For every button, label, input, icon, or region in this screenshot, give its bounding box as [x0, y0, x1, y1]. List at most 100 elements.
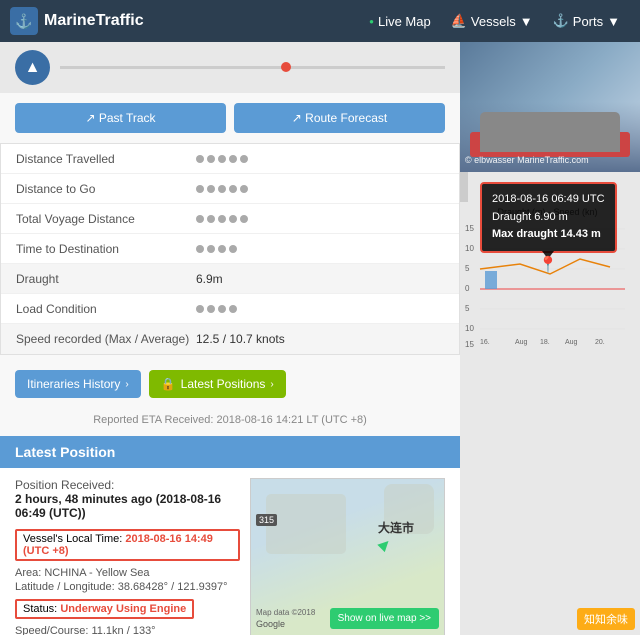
ports-label: Ports	[573, 14, 603, 29]
google-label: Google	[256, 619, 285, 629]
right-panel: © elbwasser MarineTraffic.com ‹ 2018-08-…	[460, 42, 640, 635]
bottom-buttons: Itineraries History › 🔒 Latest Positions…	[0, 360, 460, 408]
ship-photo: © elbwasser MarineTraffic.com	[460, 42, 640, 172]
track-progress-line	[60, 66, 445, 69]
past-track-btn[interactable]: ↗ Past Track	[15, 103, 226, 133]
time-to-dest-value	[196, 245, 237, 253]
area-label: Area:	[15, 567, 41, 579]
vessels-label: Vessels	[471, 14, 516, 29]
svg-text:10: 10	[465, 244, 474, 253]
live-map-label: Live Map	[378, 14, 431, 29]
speed-course: Speed/Course: 11.1kn / 133°	[15, 625, 240, 635]
draught-value: 6.9m	[196, 272, 223, 286]
logo-icon: ⚓	[10, 7, 38, 35]
vessels-chevron: ▼	[520, 14, 533, 29]
lock-icon: 🔒	[161, 377, 176, 391]
status-label: Status:	[23, 603, 57, 615]
mini-map: 大连市 315 ▲ Show on live map >> Google Map…	[250, 478, 445, 635]
latest-position-body: Position Received: 2 hours, 48 minutes a…	[0, 468, 460, 635]
latest-position-title: Latest Position	[15, 444, 115, 460]
track-bar: ▲	[0, 42, 460, 93]
tooltip-pin-icon: 📍	[538, 253, 558, 279]
status-box: Status: Underway Using Engine	[15, 599, 194, 619]
draught-label: Draught	[16, 272, 196, 286]
latest-positions-btn[interactable]: 🔒 Latest Positions ›	[149, 370, 286, 398]
distance-to-go-value	[196, 185, 248, 193]
logo-text: MarineTraffic	[44, 12, 144, 30]
latest-positions-label: Latest Positions	[181, 377, 266, 391]
distance-to-go-label: Distance to Go	[16, 182, 196, 196]
top-navigation: ⚓ MarineTraffic ● Live Map ⛵ Vessels ▼ ⚓…	[0, 0, 640, 42]
route-forecast-btn[interactable]: ↗ Route Forecast	[234, 103, 445, 133]
total-voyage-value	[196, 215, 248, 223]
distance-travelled-row: Distance Travelled	[1, 144, 459, 174]
svg-text:15: 15	[465, 224, 474, 233]
tooltip-max-draught: Max draught 14.43 m	[492, 228, 601, 240]
status-value: Underway Using Engine	[60, 603, 186, 615]
map-land1	[266, 494, 346, 554]
logo: ⚓ MarineTraffic	[10, 7, 144, 35]
ship-avatar: ▲	[15, 50, 50, 85]
panel-toggle-btn[interactable]: ‹	[460, 172, 468, 202]
speed-row: Speed recorded (Max / Average) 12.5 / 10…	[1, 324, 459, 354]
svg-text:5: 5	[465, 264, 470, 273]
position-info: Position Received: 2 hours, 48 minutes a…	[15, 478, 240, 635]
latlon-label: Latitude / Longitude:	[15, 581, 115, 593]
time-to-dest-label: Time to Destination	[16, 242, 196, 256]
load-condition-row: Load Condition	[1, 294, 459, 324]
map-badge: 315	[256, 514, 277, 526]
load-condition-value	[196, 305, 237, 313]
ports-btn[interactable]: ⚓ Ports ▼	[543, 8, 630, 34]
vessel-info-table: Distance Travelled Distance to Go Total …	[0, 143, 460, 355]
live-map-btn[interactable]: ● Live Map	[359, 9, 441, 34]
svg-text:Aug: Aug	[565, 339, 578, 346]
eta-bar: Reported ETA Received: 2018-08-16 14:21 …	[0, 408, 460, 436]
svg-text:Aug: Aug	[515, 339, 528, 346]
track-dot	[281, 62, 291, 72]
svg-text:20.: 20.	[595, 339, 605, 346]
main-wrapper: ▲ ↗ Past Track ↗ Route Forecast Distance…	[0, 42, 640, 635]
svg-text:0: 0	[465, 284, 470, 293]
total-voyage-label: Total Voyage Distance	[16, 212, 196, 226]
ports-icon: ⚓	[553, 13, 569, 29]
watermark: 知知余味	[577, 608, 635, 630]
position-received: Position Received: 2 hours, 48 minutes a…	[15, 478, 240, 520]
ship-superstructure	[480, 112, 620, 152]
draught-row: Draught 6.9m	[1, 264, 459, 294]
live-dot: ●	[369, 17, 374, 26]
eta-text: Reported ETA Received: 2018-08-16 14:21 …	[93, 414, 367, 426]
vessels-icon: ⛵	[451, 13, 467, 29]
svg-text:18.: 18.	[540, 339, 550, 346]
svg-text:15: 15	[465, 340, 474, 349]
itineraries-chevron: ›	[125, 379, 128, 390]
svg-text:5: 5	[465, 304, 470, 313]
action-buttons: ↗ Past Track ↗ Route Forecast	[0, 93, 460, 143]
area-detail: Area: NCHINA - Yellow Sea	[15, 567, 240, 579]
time-to-dest-row: Time to Destination	[1, 234, 459, 264]
speed-value: 12.5 / 10.7 knots	[196, 332, 285, 346]
tooltip-draught: Draught 6.90 m	[492, 209, 605, 227]
latlon-detail: Latitude / Longitude: 38.68428° / 121.93…	[15, 581, 240, 593]
show-on-map-btn[interactable]: Show on live map >>	[330, 608, 439, 629]
load-condition-label: Load Condition	[16, 302, 196, 316]
speed-label: Speed recorded (Max / Average)	[16, 332, 196, 346]
itineraries-btn[interactable]: Itineraries History ›	[15, 370, 141, 398]
map-data-label: Map data ©2018	[256, 608, 315, 617]
local-time-label: Vessel's Local Time:	[23, 533, 122, 545]
ports-chevron: ▼	[607, 14, 620, 29]
photo-credit: © elbwasser MarineTraffic.com	[465, 154, 589, 167]
distance-travelled-value	[196, 155, 248, 163]
position-received-label: Position Received:	[15, 478, 114, 492]
draught-tooltip: 2018-08-16 06:49 UTC Draught 6.90 m Max …	[480, 182, 617, 253]
tooltip-date: 2018-08-16 06:49 UTC	[492, 191, 605, 209]
position-received-time: 2 hours, 48 minutes ago (2018-08-16 06:4…	[15, 492, 221, 520]
area-value: NCHINA - Yellow Sea	[44, 567, 149, 579]
distance-travelled-label: Distance Travelled	[16, 152, 196, 166]
latest-position-header: Latest Position	[0, 436, 460, 468]
latlon-value: 38.68428° / 121.9397°	[118, 581, 228, 593]
speed-course-label: Speed/Course:	[15, 625, 88, 635]
latest-positions-chevron: ›	[270, 379, 273, 390]
distance-to-go-row: Distance to Go	[1, 174, 459, 204]
left-panel: ▲ ↗ Past Track ↗ Route Forecast Distance…	[0, 42, 460, 635]
vessels-btn[interactable]: ⛵ Vessels ▼	[441, 8, 543, 34]
